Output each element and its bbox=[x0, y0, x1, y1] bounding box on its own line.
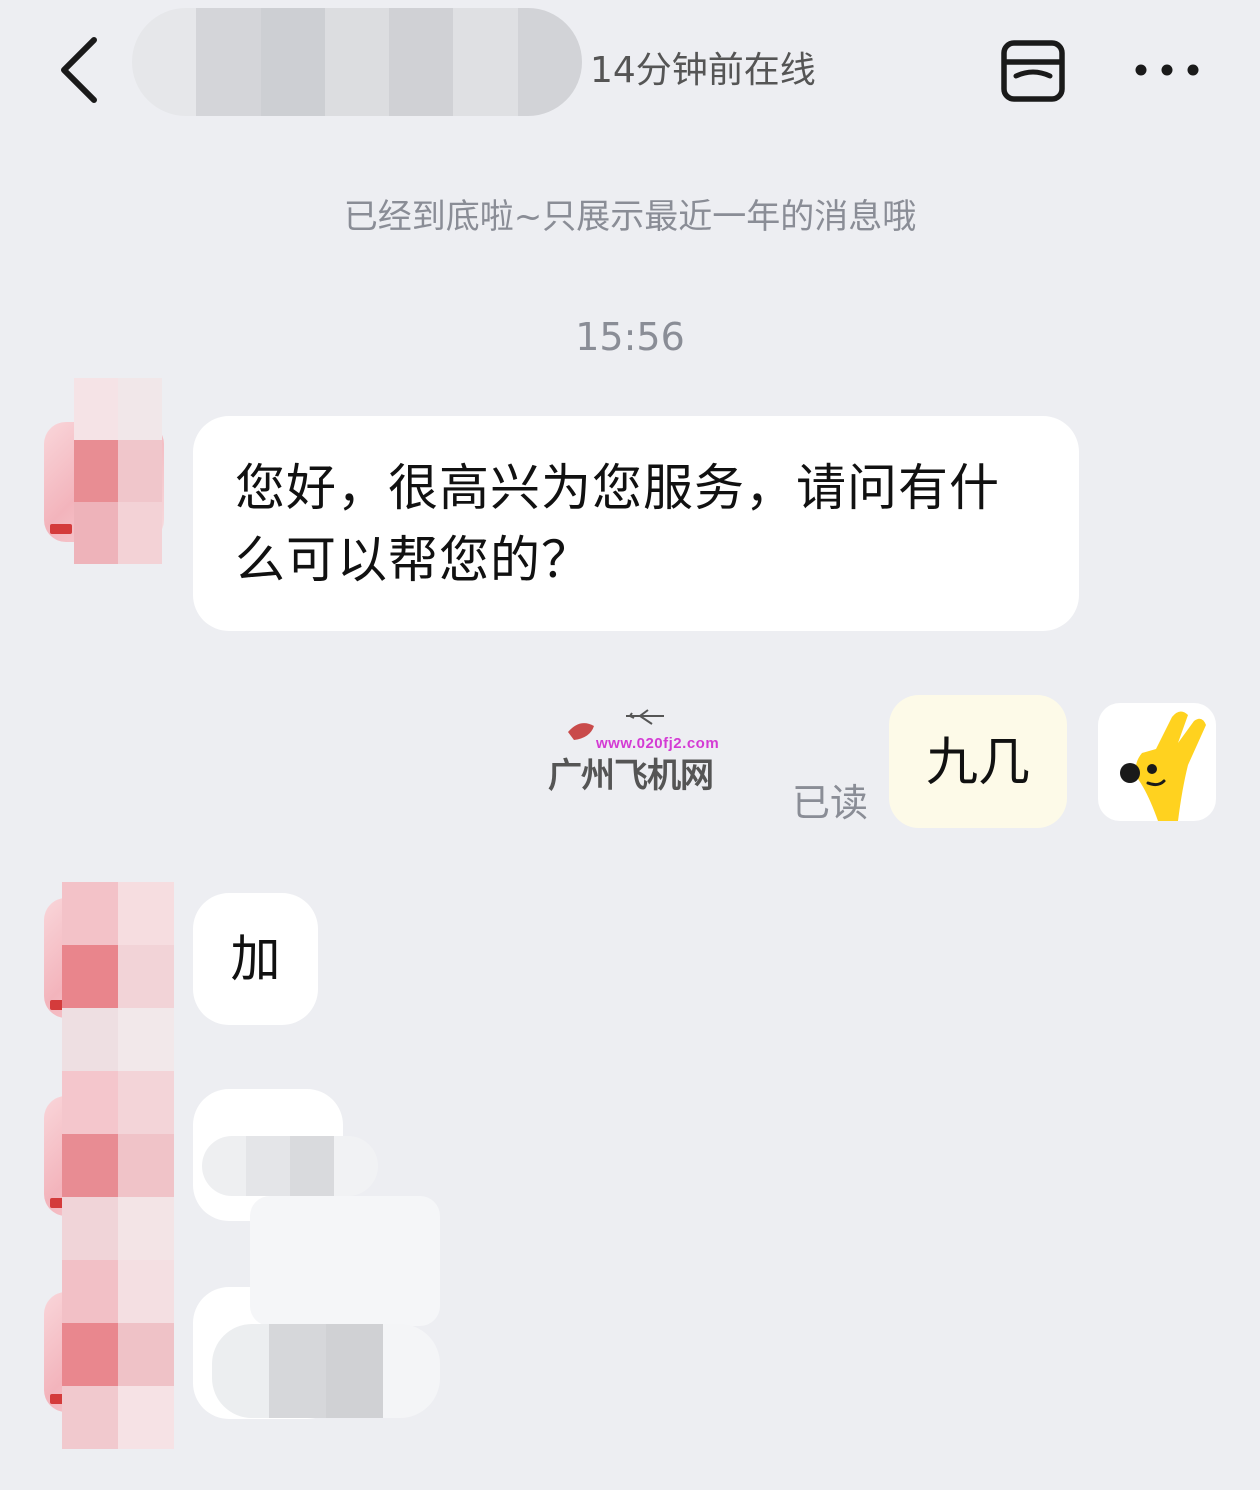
chevron-left-icon bbox=[61, 37, 97, 103]
shop-button[interactable] bbox=[998, 38, 1068, 104]
avatar-redaction-mosaic bbox=[62, 882, 174, 1449]
avatar-redaction-mosaic bbox=[74, 378, 162, 564]
avatar-badge bbox=[50, 524, 72, 534]
more-horizontal-icon bbox=[1135, 64, 1199, 76]
yellow-mascot-icon bbox=[1120, 711, 1206, 821]
read-receipt: 已读 bbox=[792, 781, 869, 825]
watermark-brand: 广州飞机网 bbox=[548, 756, 714, 796]
text-redaction-mosaic bbox=[212, 1324, 440, 1418]
text-redaction-mosaic bbox=[202, 1136, 378, 1196]
incoming-message-bubble[interactable]: 加 bbox=[193, 893, 318, 1025]
message-text: 九几 bbox=[925, 733, 1030, 793]
contact-name-redacted[interactable] bbox=[132, 8, 582, 116]
outgoing-message-bubble[interactable]: 九几 bbox=[889, 695, 1067, 828]
incoming-message-bubble[interactable]: 您好，很高兴为您服务，请问有什么可以帮您的？ bbox=[193, 416, 1079, 631]
message-timestamp: 15:56 bbox=[575, 315, 685, 359]
end-of-history-notice: 已经到底啦~只展示最近一年的消息哦 bbox=[343, 197, 917, 237]
store-icon bbox=[1001, 40, 1065, 102]
message-text: 您好，很高兴为您服务，请问有什么可以帮您的？ bbox=[235, 459, 1000, 589]
message-text: 加 bbox=[230, 930, 281, 988]
online-status: 14分钟前在线 bbox=[590, 50, 816, 91]
back-button[interactable] bbox=[50, 32, 110, 108]
more-options-button[interactable] bbox=[1128, 50, 1208, 90]
my-avatar[interactable] bbox=[1098, 703, 1216, 821]
text-redaction-smear bbox=[250, 1196, 440, 1326]
